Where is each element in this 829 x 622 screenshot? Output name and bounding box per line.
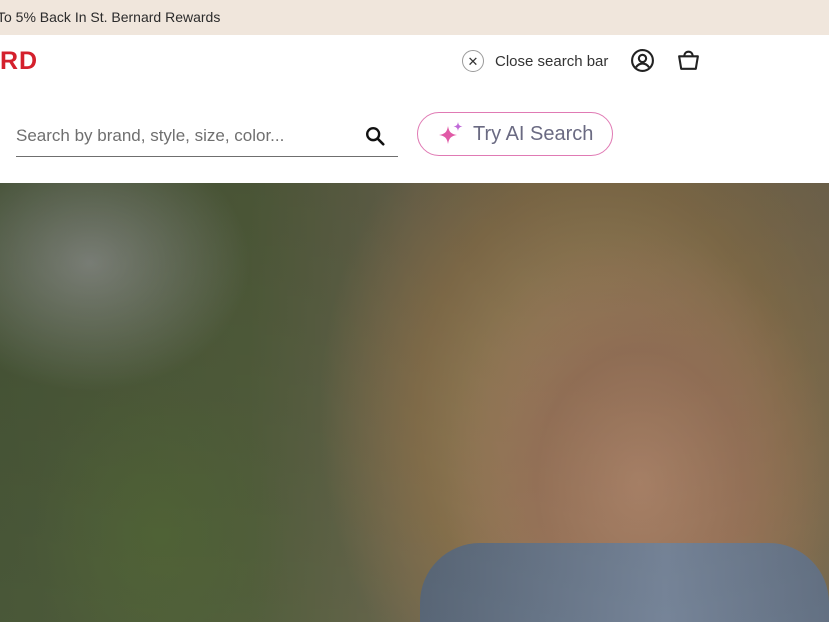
search-box xyxy=(16,119,398,157)
close-search-button[interactable]: ✕ Close search bar xyxy=(462,48,608,74)
search-input[interactable] xyxy=(16,119,346,153)
shopping-bag-icon[interactable] xyxy=(676,48,701,73)
sparkle-icon xyxy=(439,122,463,144)
promo-bar: To 5% Back In St. Bernard Rewards xyxy=(0,0,829,35)
promo-text[interactable]: To 5% Back In St. Bernard Rewards xyxy=(0,9,220,25)
hero-image xyxy=(0,183,829,622)
brand-logo[interactable]: RD xyxy=(0,47,38,76)
try-ai-search-button[interactable]: Try AI Search xyxy=(417,112,613,156)
hero-overlay xyxy=(0,183,829,622)
header: RD ✕ Close search bar Try AI Search xyxy=(0,35,829,183)
search-icon[interactable] xyxy=(364,125,386,147)
close-search-label: Close search bar xyxy=(495,52,609,70)
account-icon[interactable] xyxy=(630,48,655,73)
close-icon: ✕ xyxy=(462,50,484,72)
ai-search-label: Try AI Search xyxy=(473,122,594,145)
